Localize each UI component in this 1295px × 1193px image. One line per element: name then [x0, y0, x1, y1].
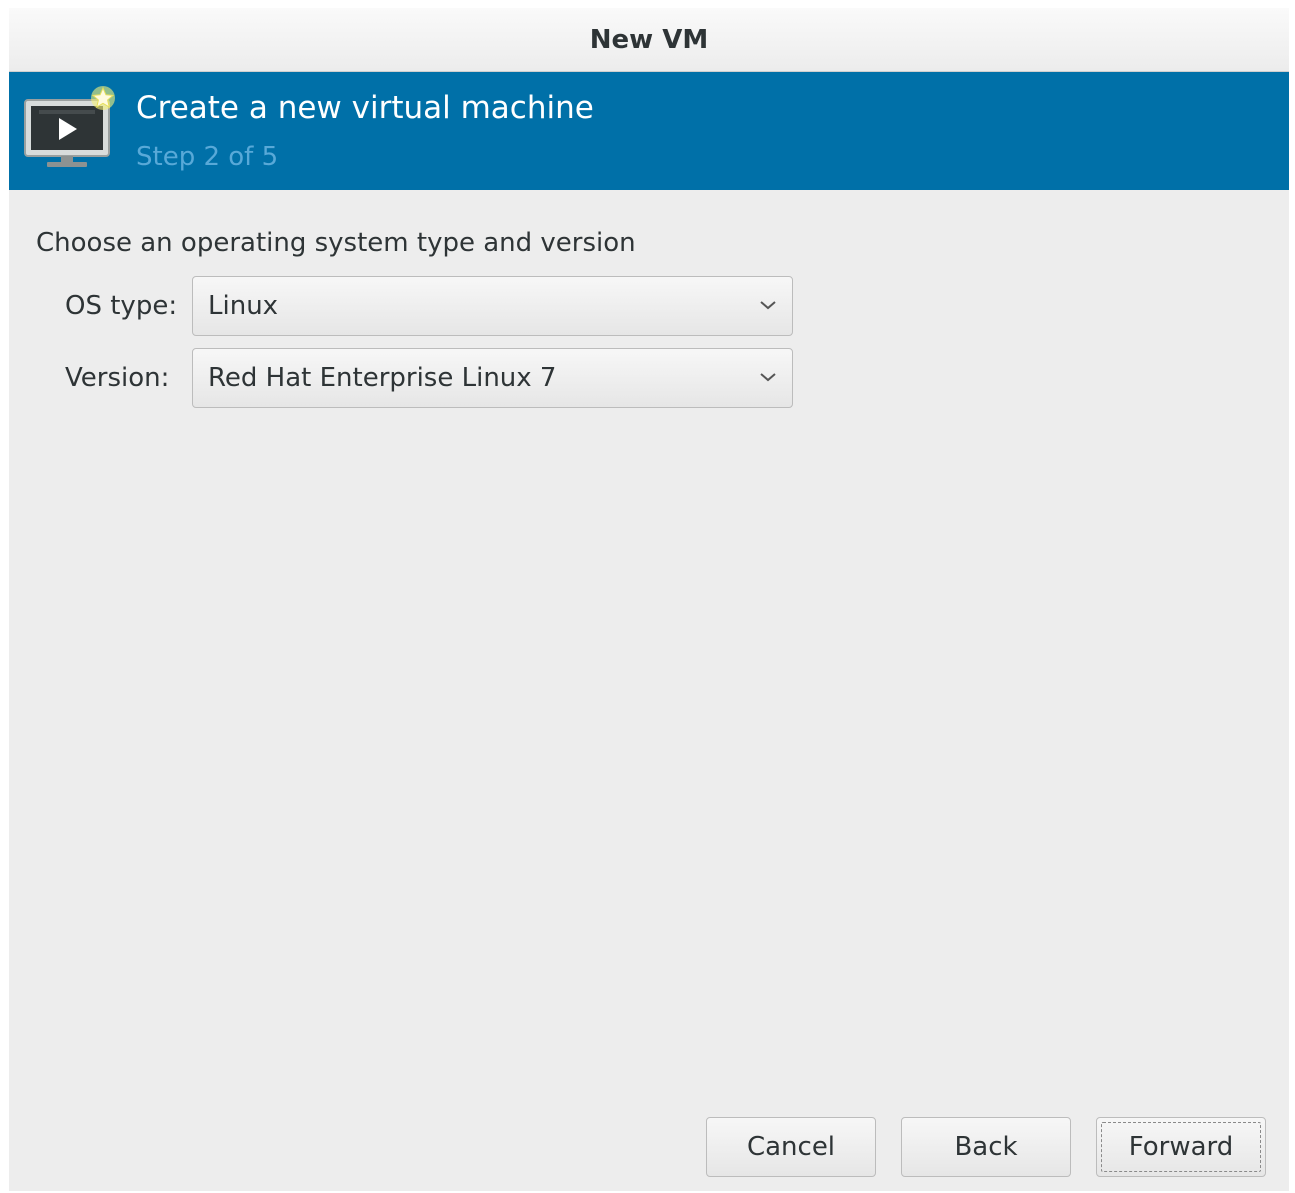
title-bar[interactable]: New VM	[9, 8, 1289, 72]
window-title: New VM	[589, 25, 709, 55]
os-type-value: Linux	[208, 291, 279, 321]
os-prompt: Choose an operating system type and vers…	[36, 228, 636, 258]
wizard-heading: Create a new virtual machine	[136, 90, 594, 126]
version-label: Version:	[65, 363, 170, 393]
os-type-label: OS type:	[65, 291, 178, 321]
wizard-header-banner: Create a new virtual machine Step 2 of 5	[9, 72, 1289, 190]
cancel-button[interactable]: Cancel	[706, 1117, 876, 1177]
back-button[interactable]: Back	[901, 1117, 1071, 1177]
wizard-step-indicator: Step 2 of 5	[136, 142, 279, 172]
version-value: Red Hat Enterprise Linux 7	[208, 363, 557, 393]
new-vm-dialog: New VM Create a new virtual machine Step…	[9, 8, 1289, 1191]
forward-button[interactable]: Forward	[1096, 1117, 1266, 1177]
wizard-content: Choose an operating system type and vers…	[9, 190, 1289, 1191]
version-dropdown[interactable]: Red Hat Enterprise Linux 7	[192, 348, 793, 408]
chevron-down-icon	[760, 373, 776, 382]
vm-monitor-icon	[24, 86, 115, 167]
os-type-dropdown[interactable]: Linux	[192, 276, 793, 336]
chevron-down-icon	[760, 301, 776, 310]
